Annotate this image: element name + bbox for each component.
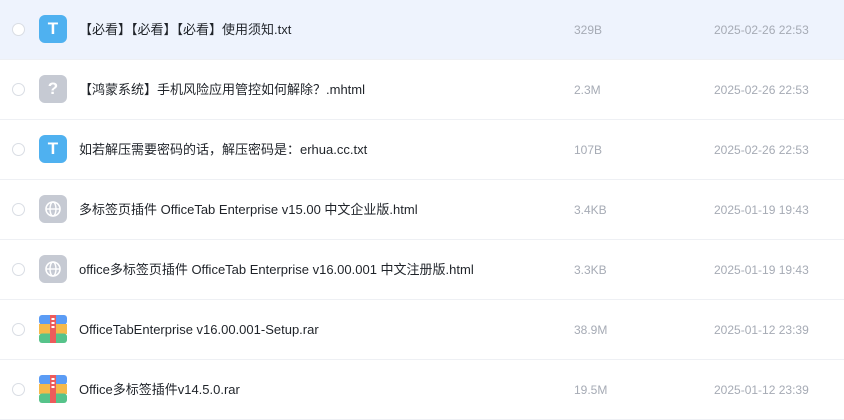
html-file-icon: [39, 195, 67, 223]
file-size: 2.3M: [574, 83, 601, 97]
file-name[interactable]: 多标签页插件 OfficeTab Enterprise v15.00 中文企业版…: [79, 180, 418, 240]
file-name[interactable]: office多标签页插件 OfficeTab Enterprise v16.00…: [79, 240, 474, 300]
file-list: T 【必看】【必看】【必看】使用须知.txt 329B 2025-02-26 2…: [0, 0, 844, 420]
html-file-icon: [39, 255, 67, 283]
txt-file-icon: T: [39, 135, 67, 163]
rar-file-icon: [39, 375, 67, 403]
file-size: 329B: [574, 23, 603, 37]
file-row[interactable]: ? 【鸿蒙系统】手机风险应用管控如何解除？.mhtml 2.3M 2025-02…: [0, 60, 844, 120]
file-row[interactable]: Office多标签插件v14.5.0.rar 19.5M 2025-01-12 …: [0, 360, 844, 420]
file-size: 3.4KB: [574, 203, 607, 217]
file-name[interactable]: 如若解压需要密码的话，解压密码是：erhua.cc.txt: [79, 120, 367, 180]
file-size: 3.3KB: [574, 263, 607, 277]
txt-file-icon: T: [39, 15, 67, 43]
row-checkbox[interactable]: [12, 323, 25, 336]
file-row[interactable]: 多标签页插件 OfficeTab Enterprise v15.00 中文企业版…: [0, 180, 844, 240]
globe-icon: [45, 201, 61, 217]
file-name[interactable]: 【鸿蒙系统】手机风险应用管控如何解除？.mhtml: [79, 60, 365, 120]
file-date: 2025-02-26 22:53: [714, 83, 809, 97]
file-date: 2025-01-19 19:43: [714, 203, 809, 217]
file-row[interactable]: OfficeTabEnterprise v16.00.001-Setup.rar…: [0, 300, 844, 360]
file-date: 2025-01-12 23:39: [714, 323, 809, 337]
archive-icon: [39, 315, 67, 343]
rar-file-icon: [39, 315, 67, 343]
archive-icon: [39, 375, 67, 403]
file-row[interactable]: T 【必看】【必看】【必看】使用须知.txt 329B 2025-02-26 2…: [0, 0, 844, 60]
globe-icon: [45, 261, 61, 277]
file-date: 2025-01-12 23:39: [714, 383, 809, 397]
row-checkbox[interactable]: [12, 143, 25, 156]
file-size: 38.9M: [574, 323, 608, 337]
file-date: 2025-01-19 19:43: [714, 263, 809, 277]
row-checkbox[interactable]: [12, 383, 25, 396]
file-name[interactable]: 【必看】【必看】【必看】使用须知.txt: [79, 0, 291, 60]
row-checkbox[interactable]: [12, 23, 25, 36]
file-row[interactable]: T 如若解压需要密码的话，解压密码是：erhua.cc.txt 107B 202…: [0, 120, 844, 180]
row-checkbox[interactable]: [12, 263, 25, 276]
file-date: 2025-02-26 22:53: [714, 143, 809, 157]
row-checkbox[interactable]: [12, 83, 25, 96]
row-checkbox[interactable]: [12, 203, 25, 216]
file-size: 107B: [574, 143, 603, 157]
file-name[interactable]: OfficeTabEnterprise v16.00.001-Setup.rar: [79, 300, 319, 360]
unknown-file-icon: ?: [39, 75, 67, 103]
file-size: 19.5M: [574, 383, 608, 397]
file-date: 2025-02-26 22:53: [714, 23, 809, 37]
file-row[interactable]: office多标签页插件 OfficeTab Enterprise v16.00…: [0, 240, 844, 300]
file-name[interactable]: Office多标签插件v14.5.0.rar: [79, 360, 240, 420]
